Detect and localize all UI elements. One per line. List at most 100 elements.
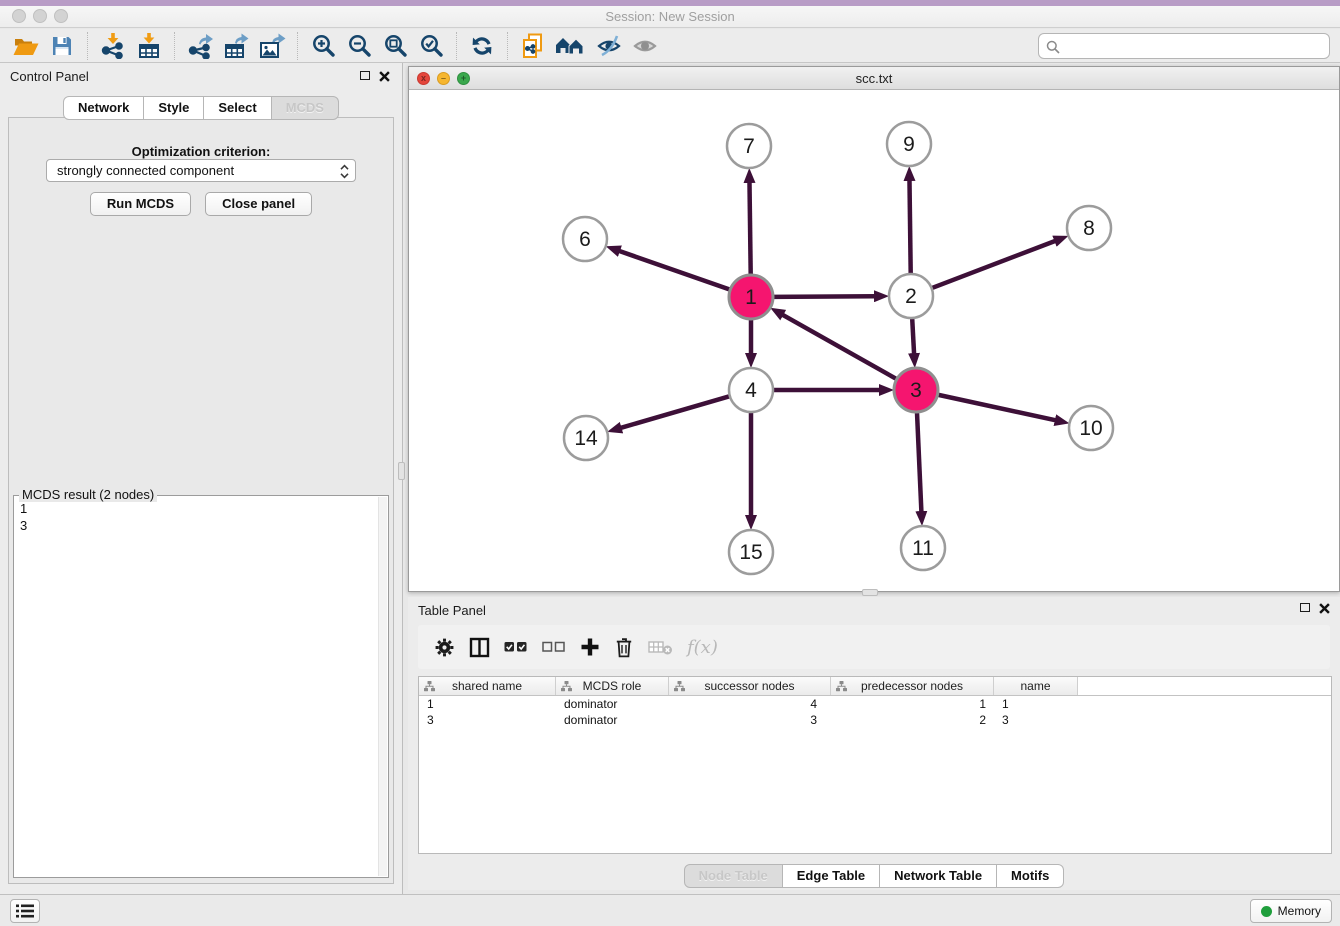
tab-node-table[interactable]: Node Table xyxy=(684,864,783,888)
column-header-name[interactable]: name xyxy=(994,677,1078,695)
graph-edge-2-9[interactable] xyxy=(909,180,910,273)
table-panel: Table Panel xyxy=(408,597,1340,890)
column-header-successor-nodes[interactable]: successor nodes xyxy=(669,677,831,695)
close-panel-button[interactable] xyxy=(378,70,390,82)
toolbar-separator xyxy=(456,32,457,60)
zoom-selected-icon xyxy=(419,33,444,58)
cell-successor-nodes[interactable]: 4 xyxy=(669,697,831,711)
column-label: MCDS role xyxy=(583,679,642,693)
graph-edge-3-10[interactable] xyxy=(938,395,1055,420)
tab-mcds[interactable]: MCDS xyxy=(272,96,339,120)
search-box[interactable] xyxy=(1038,33,1330,59)
result-scrollbar[interactable] xyxy=(378,497,387,876)
graph-edge-3-11[interactable] xyxy=(917,413,921,512)
horizontal-splitter-handle[interactable] xyxy=(862,589,878,596)
memory-button[interactable]: Memory xyxy=(1250,899,1332,923)
control-panel-header: Control Panel xyxy=(0,63,402,89)
toolbar-separator xyxy=(87,32,88,60)
graph-edge-2-8[interactable] xyxy=(932,241,1055,288)
cell-shared-name[interactable]: 1 xyxy=(419,697,556,711)
import-table-button[interactable] xyxy=(131,30,167,62)
cell-predecessor-nodes[interactable]: 1 xyxy=(831,697,994,711)
export-table-button[interactable] xyxy=(218,30,254,62)
apply-layout-button[interactable] xyxy=(464,30,500,62)
graph-edge-1-6[interactable] xyxy=(619,251,729,290)
function-builder-button[interactable]: f(x) xyxy=(687,632,718,662)
optimization-criterion-label: Optimization criterion: xyxy=(9,144,393,159)
tab-network[interactable]: Network xyxy=(63,96,144,120)
create-column-button[interactable] xyxy=(580,632,600,662)
cell-name[interactable]: 1 xyxy=(994,697,1078,711)
mcds-result-body[interactable]: 13 xyxy=(20,500,375,875)
vertical-splitter-handle[interactable] xyxy=(398,462,405,480)
delete-table-button[interactable] xyxy=(648,632,673,662)
deselect-all-button[interactable] xyxy=(542,632,566,662)
column-header-mcds-role[interactable]: MCDS role xyxy=(556,677,669,695)
float-table-panel-button[interactable] xyxy=(1300,603,1310,612)
open-session-button[interactable] xyxy=(8,30,44,62)
network-window-titlebar[interactable]: x – + scc.txt xyxy=(409,67,1339,90)
float-panel-button[interactable] xyxy=(360,71,370,80)
hide-selected-button[interactable] xyxy=(591,30,627,62)
tab-style[interactable]: Style xyxy=(144,96,204,120)
zoom-out-button[interactable] xyxy=(341,30,377,62)
column-label: predecessor nodes xyxy=(861,679,963,693)
close-table-panel-button[interactable] xyxy=(1318,602,1330,614)
table-row[interactable]: 1dominator411 xyxy=(419,696,1331,712)
cell-successor-nodes[interactable]: 3 xyxy=(669,713,831,727)
zoom-selected-button[interactable] xyxy=(413,30,449,62)
graph-edge-4-14[interactable] xyxy=(621,396,729,428)
cell-predecessor-nodes[interactable]: 2 xyxy=(831,713,994,727)
table-panel-title: Table Panel xyxy=(418,603,486,618)
task-history-button[interactable] xyxy=(10,899,40,923)
delete-table-icon xyxy=(648,639,673,655)
zoom-in-button[interactable] xyxy=(305,30,341,62)
export-image-button[interactable] xyxy=(254,30,290,62)
stepper-icon xyxy=(340,164,349,179)
column-header-shared-name[interactable]: shared name xyxy=(419,677,556,695)
graph-edge-2-3[interactable] xyxy=(912,319,914,354)
cell-mcds-role[interactable]: dominator xyxy=(556,713,669,727)
show-columns-button[interactable] xyxy=(469,632,490,662)
delete-column-button[interactable] xyxy=(614,632,634,662)
graph-edge-3-1[interactable] xyxy=(782,315,896,379)
export-network-icon xyxy=(187,33,213,59)
cell-name[interactable]: 3 xyxy=(994,713,1078,727)
first-neighbors-button[interactable] xyxy=(551,30,591,62)
cell-mcds-role[interactable]: dominator xyxy=(556,697,669,711)
save-floppy-icon xyxy=(51,35,73,57)
close-panel-button-inline[interactable]: Close panel xyxy=(205,192,312,216)
tab-edge-table[interactable]: Edge Table xyxy=(783,864,880,888)
unchecked-boxes-icon xyxy=(542,640,566,654)
table-settings-button[interactable] xyxy=(434,632,455,662)
search-input[interactable] xyxy=(1065,35,1323,57)
cell-shared-name[interactable]: 3 xyxy=(419,713,556,727)
mcds-result-line: 1 xyxy=(20,500,375,517)
toolbar-separator xyxy=(507,32,508,60)
criterion-select[interactable]: strongly connected component xyxy=(46,159,356,182)
tab-network-table[interactable]: Network Table xyxy=(880,864,997,888)
zoom-fit-button[interactable] xyxy=(377,30,413,62)
tab-select[interactable]: Select xyxy=(204,96,271,120)
graph-node-label: 1 xyxy=(745,286,757,309)
save-session-button[interactable] xyxy=(44,30,80,62)
clone-network-button[interactable] xyxy=(515,30,551,62)
export-network-button[interactable] xyxy=(182,30,218,62)
select-all-button[interactable] xyxy=(504,632,528,662)
table-toolbar: f(x) xyxy=(418,625,1330,669)
run-mcds-button[interactable]: Run MCDS xyxy=(90,192,191,216)
show-all-button[interactable] xyxy=(627,30,663,62)
zoom-out-icon xyxy=(347,33,372,58)
graph-edge-1-2[interactable] xyxy=(774,296,875,297)
column-header-predecessor-nodes[interactable]: predecessor nodes xyxy=(831,677,994,695)
control-panel-title: Control Panel xyxy=(10,69,89,84)
column-type-icon xyxy=(424,681,435,692)
network-canvas[interactable]: 7968124314101511 xyxy=(409,90,1339,591)
close-icon xyxy=(1319,603,1330,614)
tab-motifs[interactable]: Motifs xyxy=(997,864,1064,888)
node-table: shared name MCDS role successor nodes prede… xyxy=(418,676,1332,854)
table-body: 1dominator4113dominator323 xyxy=(419,696,1331,728)
table-row[interactable]: 3dominator323 xyxy=(419,712,1331,728)
graph-edge-1-7[interactable] xyxy=(749,182,750,274)
import-network-button[interactable] xyxy=(95,30,131,62)
